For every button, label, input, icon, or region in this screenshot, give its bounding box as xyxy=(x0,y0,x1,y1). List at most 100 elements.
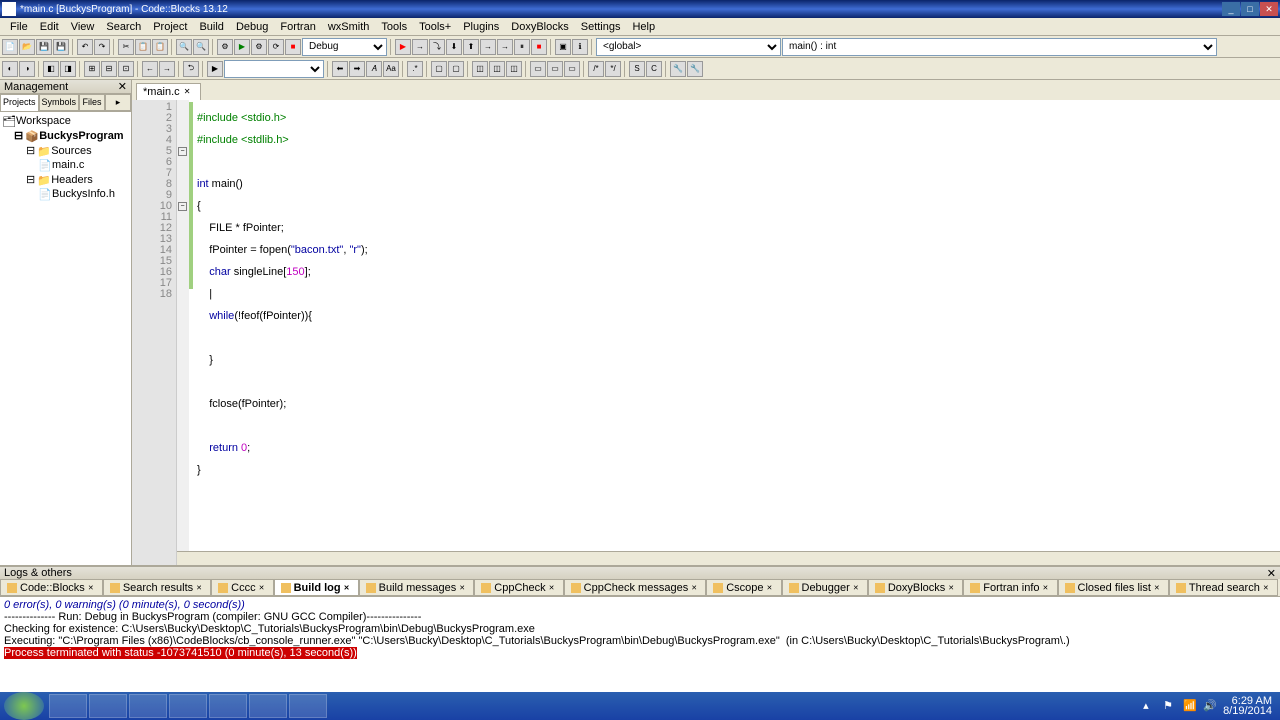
log-tab-debugger[interactable]: Debugger✕ xyxy=(782,579,868,596)
log-tab-codeblocks[interactable]: Code::Blocks✕ xyxy=(0,579,103,596)
build-run-icon[interactable]: ⚙ xyxy=(251,39,267,55)
paste-icon[interactable]: 📋 xyxy=(152,39,168,55)
doxy-12-icon[interactable]: C xyxy=(646,61,662,77)
horizontal-scrollbar[interactable] xyxy=(177,551,1280,565)
forward-icon[interactable]: → xyxy=(159,61,175,77)
doxy-3-icon[interactable]: ◫ xyxy=(472,61,488,77)
doxy-7-icon[interactable]: ▭ xyxy=(547,61,563,77)
doxy-10-icon[interactable]: */ xyxy=(605,61,621,77)
step-into-icon[interactable]: ⬇ xyxy=(446,39,462,55)
save-all-icon[interactable]: 💾 xyxy=(53,39,69,55)
menu-build[interactable]: Build xyxy=(193,21,229,33)
doxy-8-icon[interactable]: ▭ xyxy=(564,61,580,77)
tab-files[interactable]: Files xyxy=(79,94,105,111)
stop-debug-icon[interactable]: ■ xyxy=(531,39,547,55)
build-icon[interactable]: ⚙ xyxy=(217,39,233,55)
doxy-5-icon[interactable]: ◫ xyxy=(506,61,522,77)
find-icon[interactable]: 🔍 xyxy=(176,39,192,55)
tree-folder-headers[interactable]: ⊟📁Headers xyxy=(2,172,129,187)
task-app2[interactable] xyxy=(209,694,247,718)
rebuild-icon[interactable]: ⟳ xyxy=(268,39,284,55)
new-file-icon[interactable]: 📄 xyxy=(2,39,18,55)
start-button[interactable] xyxy=(4,692,44,720)
replace-icon[interactable]: 🔍 xyxy=(193,39,209,55)
editor-tab-main-c[interactable]: *main.c ✕ xyxy=(136,83,201,100)
menu-plugins[interactable]: Plugins xyxy=(457,21,505,33)
task-codeblocks[interactable] xyxy=(249,694,287,718)
regex-icon[interactable]: .* xyxy=(407,61,423,77)
log-tab-cppcheck[interactable]: CppCheck✕ xyxy=(474,579,563,596)
menu-file[interactable]: File xyxy=(4,21,34,33)
tray-chevron-icon[interactable]: ▴ xyxy=(1143,699,1157,713)
management-close-icon[interactable]: ✕ xyxy=(118,80,127,93)
menu-debug[interactable]: Debug xyxy=(230,21,274,33)
function-combo[interactable]: main() : int xyxy=(782,38,1217,56)
tb2-icon-5[interactable]: ⊞ xyxy=(84,61,100,77)
script-combo[interactable] xyxy=(224,60,324,78)
code-content[interactable]: #include <stdio.h> #include <stdlib.h> i… xyxy=(193,100,1280,565)
open-file-icon[interactable]: 📂 xyxy=(19,39,35,55)
doxy-1-icon[interactable]: ▢ xyxy=(431,61,447,77)
doxy-13-icon[interactable]: 🔧 xyxy=(670,61,686,77)
tree-file-main-c[interactable]: 📄main.c xyxy=(2,158,129,172)
log-tab-buildlog[interactable]: Build log✕ xyxy=(274,579,359,596)
nav-next-icon[interactable]: ➡ xyxy=(349,61,365,77)
task-app3[interactable] xyxy=(289,694,327,718)
menu-search[interactable]: Search xyxy=(100,21,147,33)
log-tab-cccc[interactable]: Cccc✕ xyxy=(211,579,273,596)
tab-projects[interactable]: Projects xyxy=(0,94,39,111)
next-line-icon[interactable]: ⤵ xyxy=(429,39,445,55)
tab-symbols[interactable]: Symbols xyxy=(39,94,80,111)
task-app1[interactable] xyxy=(169,694,207,718)
log-tab-fortran[interactable]: Fortran info✕ xyxy=(963,579,1057,596)
save-icon[interactable]: 💾 xyxy=(36,39,52,55)
log-tab-buildmsg[interactable]: Build messages✕ xyxy=(359,579,475,596)
break-icon[interactable]: ⏸ xyxy=(514,39,530,55)
close-button[interactable]: ✕ xyxy=(1260,2,1278,16)
log-tab-threadsearch[interactable]: Thread search✕ xyxy=(1169,579,1278,596)
info-icon[interactable]: ℹ xyxy=(572,39,588,55)
run-icon[interactable]: ▶ xyxy=(234,39,250,55)
back-icon[interactable]: ← xyxy=(142,61,158,77)
code-editor[interactable]: 1 2 3 4 5 6 7 8 9 10 11 12 13 14 15 16 1… xyxy=(132,100,1280,565)
nav-prev-icon[interactable]: ⬅ xyxy=(332,61,348,77)
minimize-button[interactable]: _ xyxy=(1222,2,1240,16)
menu-doxyblocks[interactable]: DoxyBlocks xyxy=(505,21,574,33)
abort-icon[interactable]: ■ xyxy=(285,39,301,55)
select-text-icon[interactable]: 𝐴 xyxy=(366,61,382,77)
doxy-2-icon[interactable]: ▢ xyxy=(448,61,464,77)
tree-workspace[interactable]: 🗂Workspace xyxy=(2,114,129,128)
doxy-11-icon[interactable]: S xyxy=(629,61,645,77)
task-chrome[interactable] xyxy=(129,694,167,718)
menu-wxsmith[interactable]: wxSmith xyxy=(322,21,376,33)
step-out-icon[interactable]: ⬆ xyxy=(463,39,479,55)
fold-icon[interactable]: − xyxy=(178,147,187,156)
editor-tab-close-icon[interactable]: ✕ xyxy=(184,87,194,97)
log-tab-cppcheckmsg[interactable]: CppCheck messages✕ xyxy=(564,579,707,596)
match-case-icon[interactable]: Aa xyxy=(383,61,399,77)
task-mediaplayer[interactable] xyxy=(89,694,127,718)
tb2-icon-2[interactable]: ◑ xyxy=(19,61,35,77)
tree-file-buckysinfo-h[interactable]: 📄BuckysInfo.h xyxy=(2,187,129,201)
fold-icon[interactable]: − xyxy=(178,202,187,211)
menu-project[interactable]: Project xyxy=(147,21,193,33)
tree-project[interactable]: ⊟📦BuckysProgram xyxy=(2,128,129,143)
menu-toolsplus[interactable]: Tools+ xyxy=(413,21,457,33)
tray-network-icon[interactable]: 📶 xyxy=(1183,699,1197,713)
maximize-button[interactable]: □ xyxy=(1241,2,1259,16)
tb2-icon-7[interactable]: ⊡ xyxy=(118,61,134,77)
log-tab-closedfiles[interactable]: Closed files list✕ xyxy=(1058,579,1169,596)
last-jump-icon[interactable]: ⮌ xyxy=(183,61,199,77)
doxy-4-icon[interactable]: ◫ xyxy=(489,61,505,77)
doxy-14-icon[interactable]: 🔧 xyxy=(687,61,703,77)
debug-windows-icon[interactable]: ▣ xyxy=(555,39,571,55)
step-instr-icon[interactable]: → xyxy=(497,39,513,55)
tray-clock[interactable]: 6:29 AM 8/19/2014 xyxy=(1223,696,1272,716)
tb2-icon-3[interactable]: ◧ xyxy=(43,61,59,77)
menu-view[interactable]: View xyxy=(65,21,101,33)
build-target-combo[interactable]: Debug xyxy=(302,38,387,56)
tb2-icon-4[interactable]: ◨ xyxy=(60,61,76,77)
log-content[interactable]: 0 error(s), 0 warning(s) (0 minute(s), 0… xyxy=(0,597,1280,695)
log-tab-cscope[interactable]: Cscope✕ xyxy=(706,579,781,596)
tb2-icon-1[interactable]: ◐ xyxy=(2,61,18,77)
